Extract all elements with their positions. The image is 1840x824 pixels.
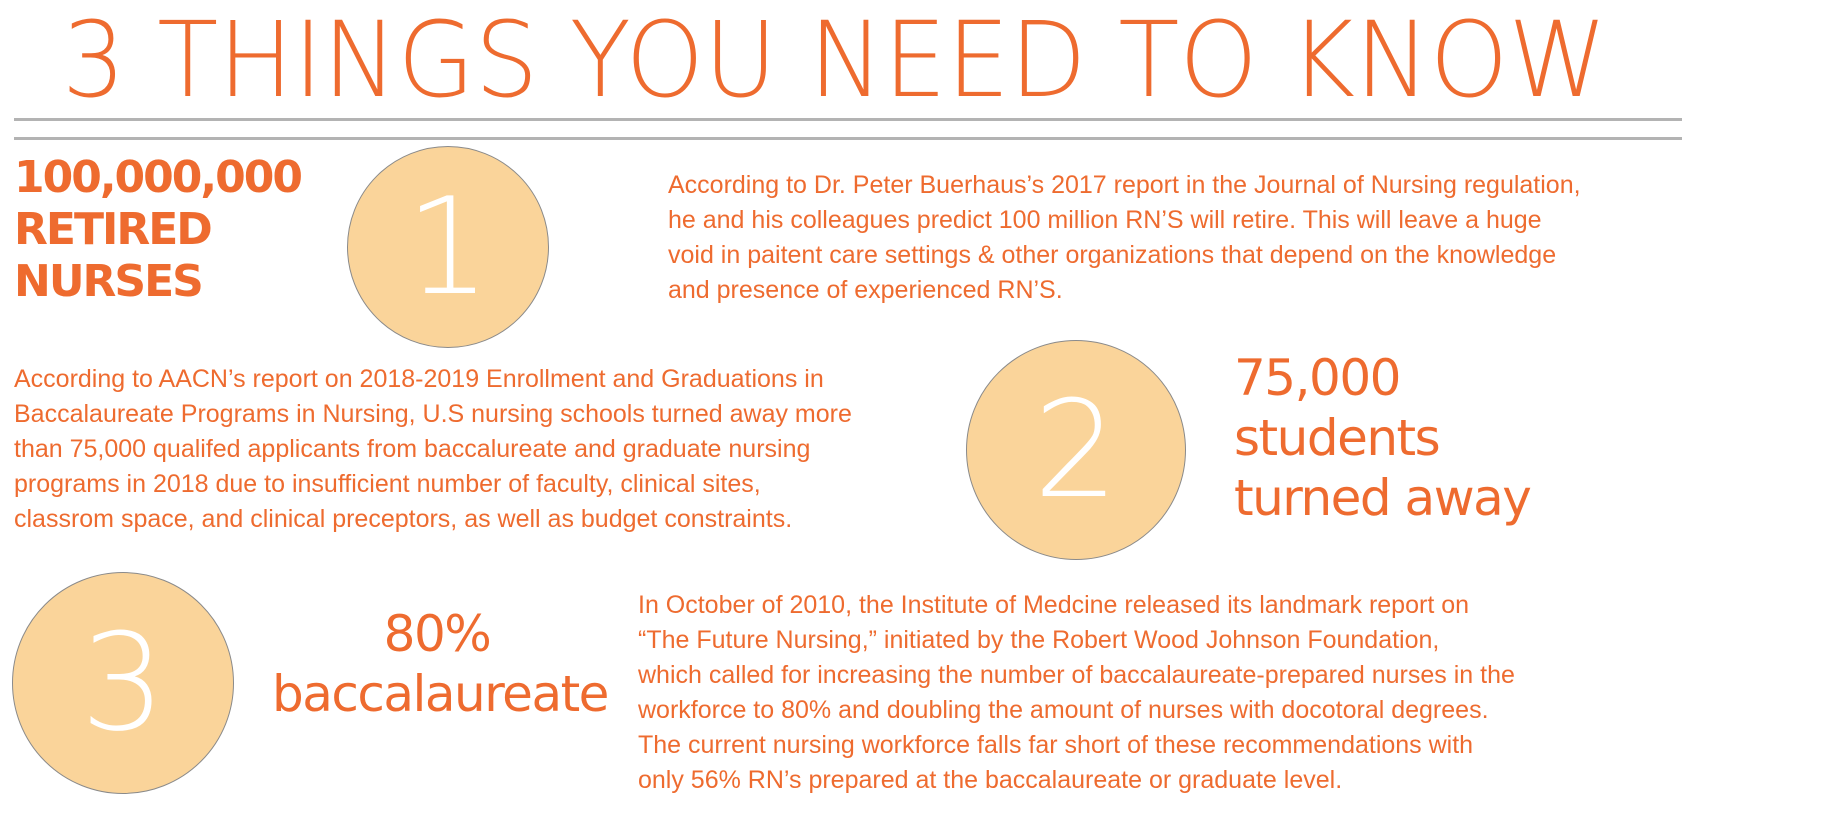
number-label: 2 xyxy=(1033,372,1119,528)
number-circle-3: 3 xyxy=(12,572,234,794)
stat-line: 75,000 xyxy=(1234,349,1401,407)
stat-line: NURSES xyxy=(14,256,204,307)
divider-bottom xyxy=(14,137,1682,140)
paragraph-line: The current nursing workforce falls far … xyxy=(638,731,1474,759)
stat-baccalaureate: 80% baccalaureate xyxy=(272,604,609,724)
paragraph-line: programs in 2018 due to insufficient num… xyxy=(14,470,761,498)
paragraph-line: only 56% RN’s prepared at the baccalaure… xyxy=(638,766,1343,794)
paragraph-1: According to Dr. Peter Buerhaus’s 2017 r… xyxy=(668,168,1581,308)
page-title: 3 THINGS YOU NEED TO KNOW xyxy=(62,0,1608,121)
stat-line: 100,000,000 xyxy=(14,152,303,203)
stat-line: students xyxy=(1234,409,1441,467)
number-circle-2: 2 xyxy=(966,340,1186,560)
paragraph-line: Baccalaureate Programs in Nursing, U.S n… xyxy=(14,400,852,428)
infographic: 3 THINGS YOU NEED TO KNOW 100,000,000 RE… xyxy=(0,0,1840,824)
paragraph-line: which called for increasing the number o… xyxy=(638,661,1515,689)
number-circle-1: 1 xyxy=(347,146,549,348)
stat-line: baccalaureate xyxy=(272,665,609,723)
paragraph-line: and presence of experienced RN’S. xyxy=(668,276,1063,304)
paragraph-line: According to Dr. Peter Buerhaus’s 2017 r… xyxy=(668,171,1581,199)
paragraph-line: “The Future Nursing,” initiated by the R… xyxy=(638,626,1440,654)
stat-line: turned away xyxy=(1234,469,1532,527)
stat-students-turned-away: 75,000 students turned away xyxy=(1234,348,1532,528)
number-label: 3 xyxy=(80,605,166,761)
paragraph-line: void in paitent care settings & other or… xyxy=(668,241,1557,269)
paragraph-3: In October of 2010, the Institute of Med… xyxy=(638,588,1515,798)
stat-retired-nurses: 100,000,000 RETIRED NURSES xyxy=(14,152,303,308)
paragraph-line: he and his colleagues predict 100 millio… xyxy=(668,206,1542,234)
paragraph-line: than 75,000 qualifed applicants from bac… xyxy=(14,435,811,463)
paragraph-line: classrom space, and clinical preceptors,… xyxy=(14,505,793,533)
paragraph-line: According to AACN’s report on 2018-2019 … xyxy=(14,365,824,393)
paragraph-2: According to AACN’s report on 2018-2019 … xyxy=(14,362,852,537)
stat-line: RETIRED xyxy=(14,204,213,255)
paragraph-line: In October of 2010, the Institute of Med… xyxy=(638,591,1470,619)
paragraph-line: workforce to 80% and doubling the amount… xyxy=(638,696,1489,724)
stat-line: 80% xyxy=(383,605,492,663)
number-label: 1 xyxy=(405,169,491,325)
divider-top xyxy=(14,118,1682,121)
